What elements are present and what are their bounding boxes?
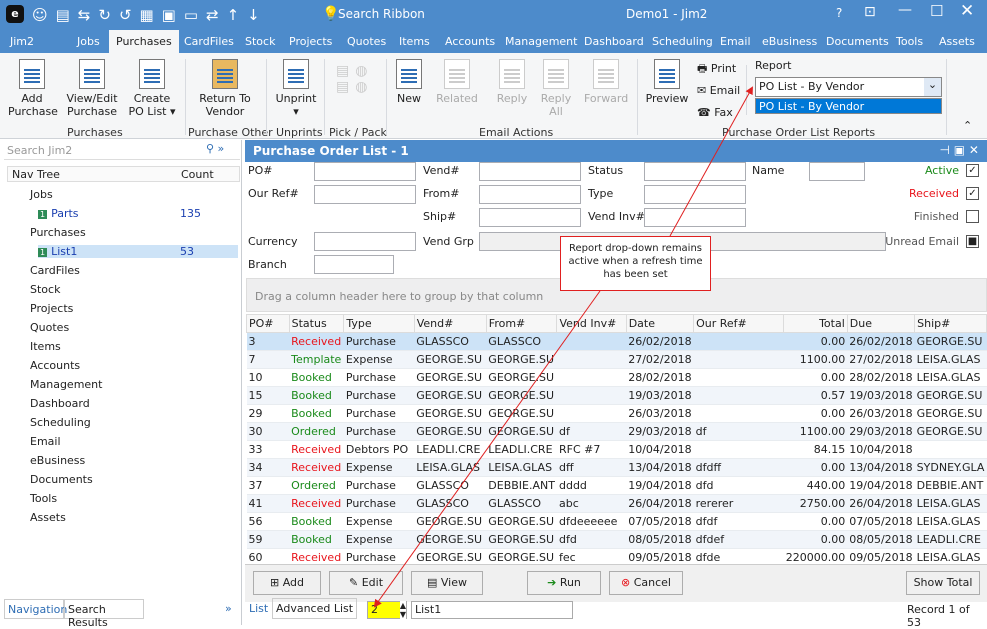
arrow-to-refresh [373,290,601,608]
arrow-to-report [669,86,753,237]
annotation-arrows [373,86,753,608]
